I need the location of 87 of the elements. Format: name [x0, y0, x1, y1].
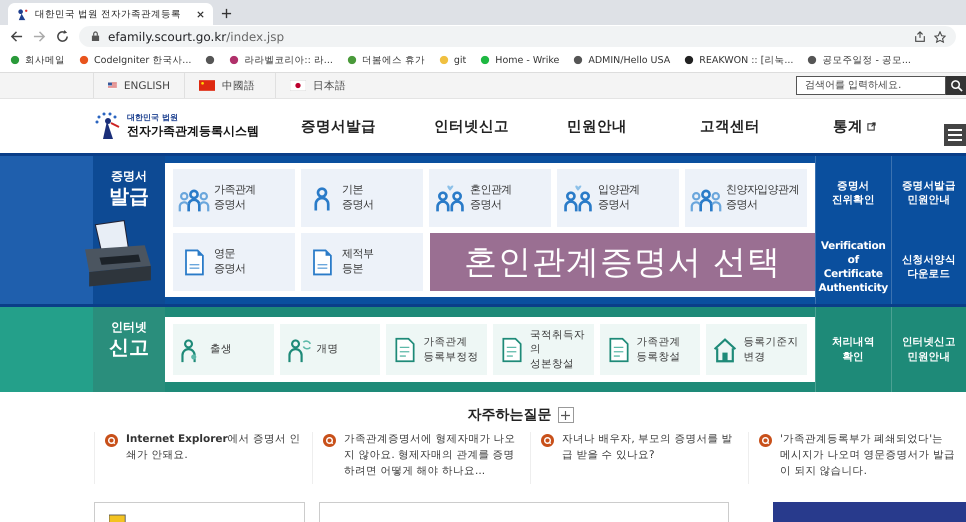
star-icon[interactable] [934, 30, 946, 42]
faq-link[interactable]: Internet Explorer에서 증명서 인쇄가 안돼요. [126, 432, 302, 484]
flag-icon [290, 80, 306, 91]
bookmark-icon [573, 55, 584, 65]
question-icon [541, 434, 554, 447]
certificate-tile[interactable]: 제적부 등본 [301, 233, 423, 291]
bookmark[interactable]: git [438, 54, 466, 66]
menu-button[interactable] [944, 124, 966, 146]
language-link[interactable]: ENGLISH [93, 73, 184, 98]
menu-icon [948, 129, 962, 141]
certificate-tile[interactable]: 가족관계 증명서 [173, 169, 295, 227]
quick-link[interactable]: 처리내역 확인 [815, 307, 890, 392]
nav-menu-item[interactable]: 인터넷신고 [434, 116, 567, 136]
bookmark[interactable]: Home - Wrike [480, 54, 560, 66]
language-link[interactable]: 中國語 [184, 73, 275, 98]
bookmark-icon [346, 55, 357, 65]
back-icon[interactable] [10, 30, 23, 43]
close-icon[interactable] [196, 10, 205, 18]
logo-title[interactable]: 전자가족관계등록시스템 [127, 123, 259, 140]
court-logo-icon [16, 8, 29, 20]
nav-menu-item[interactable]: 고객센터 [700, 116, 833, 136]
bookmark-icon [205, 55, 216, 65]
quick-link[interactable]: 증명서발급 민원안내 [890, 156, 966, 230]
bookmark[interactable]: REAKWON :: [리눅... [684, 54, 794, 66]
bookmark[interactable]: 더봄에스 휴가 [346, 54, 425, 66]
report-tile[interactable]: 등록기준지 변경 [706, 324, 807, 375]
section-title: 발급 [109, 185, 149, 207]
report-tile[interactable]: 가족관계 등록창설 [600, 324, 700, 375]
certificate-tile[interactable]: 영문 증명서 [173, 233, 295, 291]
faq-link[interactable]: 가족관계증명서에 형제자매가 나오지 않아요. 형제자매의 관계를 증명하려면 어떻게 해야 하나요... [344, 432, 520, 484]
section-title-small: 증명서 [111, 168, 147, 185]
bookmark[interactable]: ADMIN/Hello USA [573, 54, 670, 66]
share-icon[interactable] [914, 30, 926, 42]
section-title: 신고 [109, 336, 149, 358]
address-bar[interactable]: efamily.scourt.go.kr/index.jsp [79, 26, 956, 47]
faq-link[interactable]: '가족관계등록부가 폐쇄되었다'는 메시지가 나오며 영문증명서가 발급이 되지 않습니다. [780, 432, 956, 484]
bookmark[interactable]: CodeIgniter 한국사... [79, 54, 192, 66]
nav-menu-item[interactable]: 증명서발급 [301, 116, 434, 136]
url-text: efamily.scourt.go.kr/index.jsp [108, 30, 284, 44]
new-tab-icon[interactable] [221, 8, 232, 19]
question-icon [105, 434, 118, 447]
bookmark-icon [807, 55, 818, 65]
flag-icon [108, 80, 117, 91]
people-icon [562, 184, 594, 212]
section-title-small: 인터넷 [111, 319, 147, 336]
nav-menu-item[interactable]: 통계 [833, 116, 966, 136]
house-icon [712, 336, 738, 364]
bookmark-icon [229, 55, 240, 65]
report-tile[interactable]: 개명 [280, 324, 380, 375]
bookmark[interactable]: 회사메일 [10, 54, 65, 66]
external-link-icon [867, 122, 876, 130]
bookmark[interactable]: 공모주일정 - 공모... [807, 54, 911, 66]
lock-icon [91, 31, 100, 42]
reload-icon[interactable] [56, 30, 69, 43]
bookmark[interactable] [205, 55, 216, 65]
bookmark-icon [480, 55, 490, 65]
more-button[interactable] [558, 407, 574, 423]
search-icon [950, 79, 962, 92]
nav-menu-item[interactable]: 민원안내 [567, 116, 700, 136]
language-link[interactable]: 日本語 [275, 73, 366, 98]
question-icon [759, 434, 772, 447]
plus-icon [561, 410, 570, 420]
report-tile[interactable]: 출생 [173, 324, 274, 375]
certificate-tile[interactable]: 혼인관계 증명서 [429, 169, 551, 227]
question-icon [323, 434, 336, 447]
quick-link[interactable]: 인터넷신고 민원안내 [890, 307, 966, 392]
certificate-tile[interactable]: 친양자입양관계 증명서 [685, 169, 807, 227]
logo-subtitle: 대한민국 법원 [127, 112, 179, 123]
bookmark[interactable]: 라라벨코리아:: 라... [229, 54, 333, 66]
bookmark-icon [684, 55, 694, 65]
people-icon [434, 184, 466, 212]
report-tile[interactable]: 가족관계 등록부정정 [386, 324, 487, 375]
certificate-tile[interactable]: 기본 증명서 [301, 169, 423, 227]
bookmark-icon [10, 55, 20, 65]
flag-icon [199, 80, 215, 91]
bookmark-icon [79, 55, 89, 65]
search-button[interactable] [946, 76, 966, 95]
browser-tab[interactable]: 대한민국 법원 전자가족관계등록 [8, 3, 213, 25]
faq-title: 자주하는질문 [468, 406, 552, 424]
caption-banner: 혼인관계증명서 선택 [430, 233, 815, 291]
certificate-tile[interactable]: 입양관계 증명서 [557, 169, 679, 227]
tab-title: 대한민국 법원 전자가족관계등록 [35, 8, 182, 20]
faq-link[interactable]: 자녀나 배우자, 부모의 증명서를 발급 받을 수 있나요? [562, 432, 738, 484]
quick-link[interactable]: 증명서 진위확인 [815, 156, 890, 230]
search-field[interactable]: 검색어를 입력하세요. [796, 76, 946, 95]
report-tile[interactable]: 국적취득자의 성본창설 [492, 324, 594, 375]
bookmark-icon [438, 55, 449, 65]
